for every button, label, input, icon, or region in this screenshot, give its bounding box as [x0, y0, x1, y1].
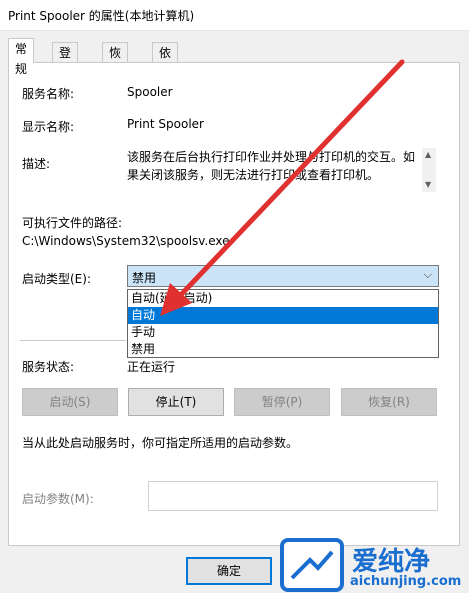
pause-button[interactable]: 暂停(P)	[234, 388, 330, 416]
scroll-down-icon[interactable]: ▼	[425, 180, 431, 189]
watermark-logo-icon	[280, 538, 344, 592]
display-name-label: 显示名称:	[22, 120, 75, 134]
exe-path-value[interactable]: C:\Windows\System32\spoolsv.exe	[22, 234, 230, 248]
display-name-value[interactable]: Print Spooler	[127, 117, 204, 131]
service-status-label: 服务状态:	[22, 360, 75, 374]
start-params-label: 启动参数(M):	[22, 492, 94, 506]
chevron-down-icon[interactable]: ⌵	[424, 268, 432, 282]
service-name-label: 服务名称:	[22, 87, 75, 101]
tab-logon[interactable]: 登录	[52, 42, 79, 80]
startup-type-select[interactable]: 禁用 ⌵	[127, 265, 439, 287]
window-title: Print Spooler 的属性(本地计算机)	[8, 9, 195, 23]
stop-button[interactable]: 停止(T)	[128, 388, 224, 416]
option-manual[interactable]: 手动	[128, 324, 438, 341]
option-auto-delayed[interactable]: 自动(延迟启动)	[128, 290, 438, 307]
ok-button[interactable]: 确定	[186, 557, 272, 585]
tab-dependencies[interactable]: 依存关系	[152, 42, 179, 120]
option-auto[interactable]: 自动	[128, 307, 438, 324]
watermark-brand: 爱纯净	[352, 547, 431, 577]
hint-text: 当从此处启动服务时，你可指定所适用的启动参数。	[22, 436, 299, 450]
start-button[interactable]: 启动(S)	[22, 388, 118, 416]
tab-general[interactable]: 常规	[8, 38, 35, 76]
startup-type-label: 启动类型(E):	[22, 272, 91, 286]
option-disabled[interactable]: 禁用	[128, 341, 438, 358]
title-bar: Print Spooler 的属性(本地计算机)	[0, 0, 469, 31]
divider	[20, 340, 126, 341]
start-params-input[interactable]	[148, 481, 438, 511]
service-name-value: Spooler	[127, 85, 173, 99]
scroll-up-icon[interactable]: ▲	[425, 150, 431, 159]
exe-path-label: 可执行文件的路径:	[22, 216, 123, 230]
watermark-url: aichunjing.com	[350, 574, 462, 589]
description-label: 描述:	[22, 157, 51, 171]
startup-type-dropdown[interactable]: 自动(延迟启动) 自动 手动 禁用	[127, 289, 439, 358]
service-status-value: 正在运行	[127, 360, 176, 374]
description-scrollbar[interactable]: ▲ ▼	[422, 148, 436, 192]
tab-recovery[interactable]: 恢复	[102, 42, 129, 80]
startup-type-value: 禁用	[132, 271, 157, 285]
description-text[interactable]: 该服务在后台执行打印作业并处理与打印机的交互。如果关闭该服务，则无法进行打印或查…	[127, 148, 421, 190]
resume-button[interactable]: 恢复(R)	[341, 388, 437, 416]
